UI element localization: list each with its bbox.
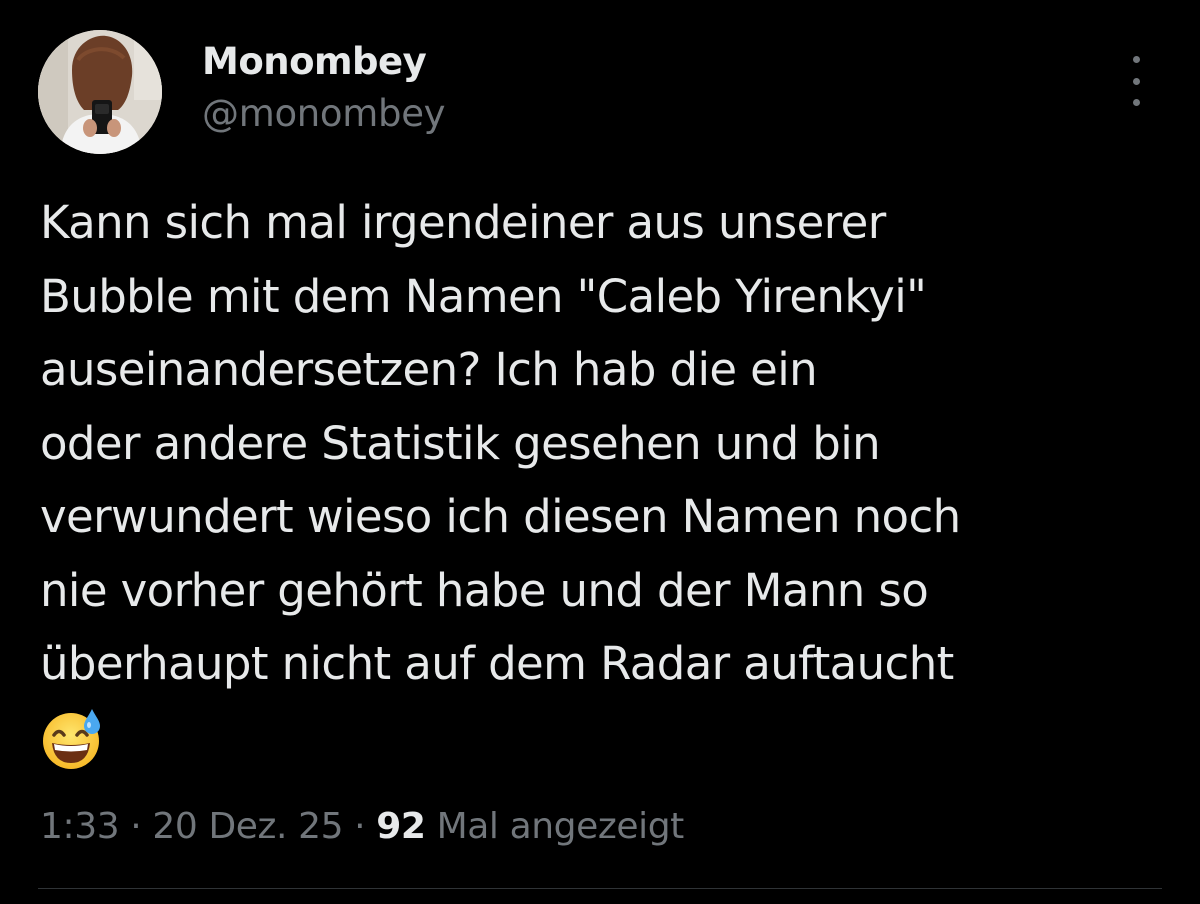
tweet-date[interactable]: 20 Dez. 25 xyxy=(152,806,343,847)
views-count[interactable]: 92 xyxy=(376,806,426,847)
more-options-button[interactable] xyxy=(1114,56,1158,106)
author-info: Monombey @monombey xyxy=(202,38,446,138)
author-handle[interactable]: @monombey xyxy=(202,90,446,138)
tweet-text: Kann sich mal irgendeiner aus unserer Bu… xyxy=(40,196,961,690)
views-label[interactable]: Mal angezeigt xyxy=(437,806,685,847)
author-display-name[interactable]: Monombey xyxy=(202,38,445,86)
more-dot-bottom xyxy=(1132,99,1140,106)
more-dot-middle xyxy=(1132,77,1140,85)
avatar-image xyxy=(38,30,162,154)
meta-separator: · xyxy=(130,806,142,847)
grinning-face-with-sweat-icon xyxy=(40,707,104,771)
tweet-time[interactable]: 1:33 xyxy=(40,806,120,847)
tweet: Monombey @monombey Kann sich mal irgende… xyxy=(0,0,1200,904)
meta-separator-2: · xyxy=(354,806,366,847)
divider xyxy=(38,888,1162,889)
more-vertical-icon xyxy=(1132,56,1140,63)
avatar[interactable] xyxy=(38,30,162,154)
tweet-metadata: 1:33 · 20 Dez. 25 · 92 Mal angezeigt xyxy=(40,800,684,854)
